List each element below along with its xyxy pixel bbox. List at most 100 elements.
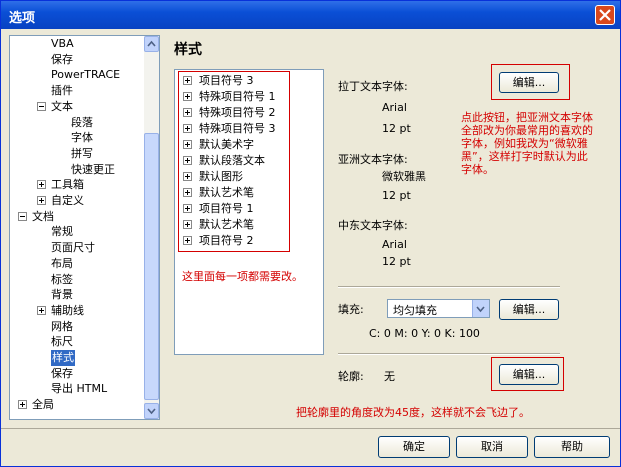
middle-east-size-value: 12 pt [382, 255, 411, 268]
tree-item[interactable]: VBA [10, 36, 144, 52]
tree-item[interactable]: 保存 [10, 52, 144, 68]
tree-item-label: 段落 [71, 115, 93, 129]
chevron-down-icon [147, 408, 156, 415]
latin-size-value: 12 pt [382, 122, 411, 135]
footer-divider [1, 428, 620, 429]
tree-item-label: 自定义 [51, 194, 84, 207]
expand-icon[interactable] [18, 400, 27, 410]
font-annotation-line: 字体，例如我改为“微软雅 [461, 137, 588, 150]
tree-item-label: VBA [51, 37, 74, 50]
asian-size-value: 12 pt [382, 189, 411, 202]
edit-outline-highlight-box [491, 357, 564, 391]
edit-font-highlight-box [491, 64, 570, 100]
list-highlight-box [178, 71, 290, 252]
tree-item-label: 插件 [51, 84, 73, 98]
tree-item-label: 导出 HTML [51, 382, 108, 396]
tree-item-label: 标签 [51, 272, 73, 286]
tree-item-label: 布局 [51, 256, 73, 270]
tree-item[interactable]: 标签 [10, 272, 144, 288]
tree-item-label: PowerTRACE [51, 68, 121, 82]
title-bar: 选项 [1, 1, 620, 29]
close-button[interactable] [595, 5, 615, 25]
font-annotation: 点此按钮，把亚洲文本字体 全部改为你最常用的喜欢的 字体，例如我改为“微软雅 黑”，这… [461, 111, 593, 176]
collapse-icon[interactable] [37, 101, 46, 111]
close-icon [599, 9, 611, 21]
outline-label: 轮廓: [338, 370, 364, 383]
tree-item-label: 网格 [51, 319, 73, 333]
font-annotation-line: 点此按钮，把亚洲文本字体 [461, 111, 593, 124]
divider [338, 286, 560, 288]
list-annotation: 这里面每一项都需要改。 [182, 270, 303, 283]
tree-item[interactable]: 快速更正 [10, 162, 144, 178]
tree-item[interactable]: 样式 [10, 350, 144, 366]
tree-item[interactable]: 拼写 [10, 146, 144, 162]
tree-item[interactable]: 背景 [10, 287, 144, 303]
asian-font-value: 微软雅黑 [382, 170, 426, 183]
tree-item[interactable]: 插件 [10, 83, 144, 99]
tree-item-label: 文档 [32, 209, 54, 223]
category-tree[interactable]: VBA 保存 PowerTRACE 插件 文本段落字体 拼写快速更正工具箱自定义文档常规页… [9, 35, 160, 420]
tree-item[interactable]: 网格 [10, 319, 144, 335]
tree-item-label: 全局 [32, 398, 54, 412]
fill-type-select[interactable]: 均匀填充 [387, 299, 490, 318]
outline-value: 无 [384, 370, 395, 383]
tree-item[interactable]: 常规 [10, 224, 144, 240]
font-annotation-line: 字体。 [461, 163, 494, 176]
tree-item-label: 标尺 [51, 335, 73, 349]
fill-label: 填充: [338, 303, 364, 316]
tree-item[interactable]: 工具箱 [10, 177, 144, 193]
expand-icon[interactable] [37, 180, 46, 190]
fill-color-values: C: 0 M: 0 Y: 0 K: 100 [369, 327, 480, 340]
tree-item-label: 背景 [51, 288, 73, 302]
tree-item-label: 文本 [51, 99, 73, 113]
tree-item-label: 页面尺寸 [51, 241, 95, 255]
divider [338, 353, 560, 355]
tree-item[interactable]: 字体 [10, 130, 144, 146]
chevron-down-icon [476, 306, 485, 313]
font-annotation-line: 全部改为你最常用的喜欢的 [461, 124, 593, 137]
tree-item[interactable]: 标尺 [10, 334, 144, 350]
collapse-icon[interactable] [18, 211, 27, 221]
scroll-thumb[interactable] [144, 133, 159, 400]
tree-item[interactable]: 段落 [10, 115, 144, 131]
scroll-up-button[interactable] [144, 36, 159, 52]
help-button[interactable]: 帮助 [534, 436, 610, 458]
tree-item[interactable]: 自定义 [10, 193, 144, 209]
tree-item-label: 保存 [51, 52, 73, 66]
tree-item-label: 保存 [51, 366, 73, 380]
tree-item-label: 样式 [51, 350, 75, 366]
tree-item[interactable]: 布局 [10, 256, 144, 272]
expand-icon[interactable] [37, 196, 46, 205]
tree-item[interactable]: 页面尺寸 [10, 240, 144, 256]
middle-east-font-label: 中东文本字体: [338, 219, 408, 232]
asian-font-label: 亚洲文本字体: [338, 153, 408, 166]
cancel-button[interactable]: 取消 [456, 436, 528, 458]
scroll-down-button[interactable] [144, 403, 159, 419]
options-dialog: 选项 VBA 保存 PowerTRACE 插件 文本段落字体 拼写快速更正工具箱自定义文档… [0, 0, 621, 467]
latin-font-label: 拉丁文本字体: [338, 80, 408, 93]
tree-item[interactable]: 保存 [10, 366, 144, 382]
middle-east-font-value: Arial [382, 238, 407, 251]
tree-item[interactable]: 辅助线 [10, 303, 144, 319]
tree-item[interactable]: PowerTRACE [10, 67, 144, 83]
tree-item[interactable]: 全局 [10, 397, 144, 413]
tree-item[interactable]: 文档 [10, 209, 144, 225]
page-title: 样式 [174, 42, 202, 58]
tree-scrollbar[interactable] [144, 36, 159, 419]
latin-font-value: Arial [382, 101, 407, 114]
tree-item-label: 拼写 [71, 146, 93, 160]
tree-item[interactable]: 文本 [10, 99, 144, 115]
tree-item-label: 快速更正 [71, 162, 115, 176]
edit-fill-button[interactable]: 编辑... [499, 299, 559, 320]
expand-icon[interactable] [37, 305, 46, 315]
tree-item-label: 工具箱 [51, 178, 84, 192]
dropdown-arrow[interactable] [472, 300, 489, 317]
tree-item[interactable]: 导出 HTML [10, 381, 144, 397]
font-annotation-line: 黑”，这样打字时默认为此 [461, 150, 588, 163]
chevron-up-icon [147, 40, 156, 47]
ok-button[interactable]: 确定 [378, 436, 450, 458]
tree-item-label: 字体 [71, 131, 93, 145]
tree-item-label: 辅助线 [51, 303, 84, 317]
tree-item-label: 常规 [51, 225, 73, 239]
fill-type-value: 均匀填充 [393, 304, 437, 317]
